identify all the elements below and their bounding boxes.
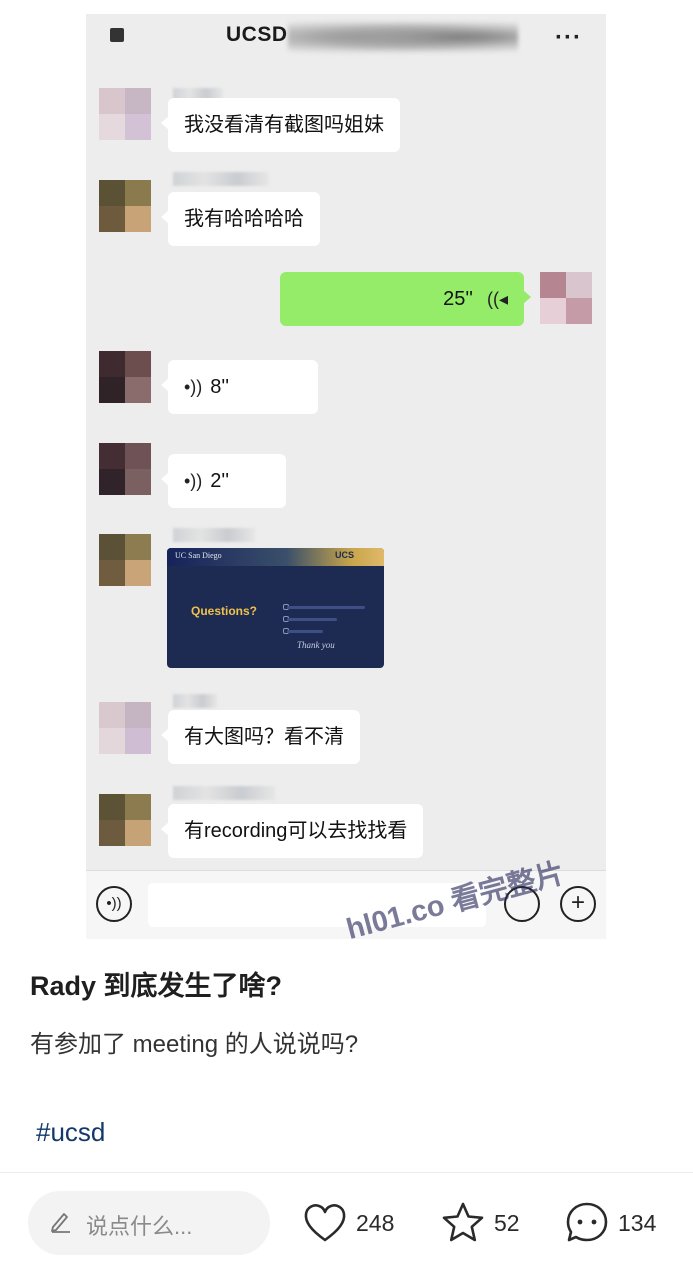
message-bubble: 我没看清有截图吗姐妹	[161, 98, 400, 152]
slide-text-line	[287, 618, 337, 621]
voice-duration: 2''	[210, 470, 230, 492]
favorite-button[interactable]: 52	[440, 1200, 520, 1246]
voice-icon: ((◂	[486, 289, 508, 309]
post-title: Rady 到底发生了啥?	[30, 971, 283, 1001]
avatar	[99, 88, 151, 140]
post-body: 有参加了 meeting 的人说说吗?	[30, 1031, 359, 1058]
slide-heading: Questions?	[191, 604, 258, 618]
star-icon	[442, 1202, 484, 1242]
sender-name-blurred	[173, 694, 217, 708]
voice-message-bubble[interactable]: 25'' ((◂	[280, 272, 531, 326]
favorite-count: 52	[494, 1209, 520, 1236]
like-button[interactable]: 248	[302, 1200, 394, 1246]
like-count: 248	[356, 1209, 395, 1236]
message-bubble: 有recording可以去找找看	[160, 804, 424, 858]
comment-icon	[566, 1202, 608, 1242]
back-icon	[110, 28, 124, 42]
avatar	[99, 351, 151, 403]
message-bubble: 我有哈哈哈哈	[161, 192, 320, 246]
hashtag-link[interactable]: #ucsd	[36, 1117, 105, 1148]
plus-icon[interactable]: +	[560, 886, 596, 922]
voice-message-bubble[interactable]: •)) 8''	[161, 360, 318, 414]
avatar	[99, 702, 151, 754]
sender-name-blurred	[173, 786, 275, 800]
blurred-title-region	[288, 20, 518, 54]
voice-icon: •))	[184, 471, 203, 491]
sender-name-blurred	[173, 528, 255, 542]
comment-placeholder: 说点什么...	[86, 1214, 193, 1239]
chat-header: UCSD ···	[86, 14, 606, 56]
comments-button[interactable]: 134	[564, 1200, 656, 1246]
voice-icon[interactable]: •))	[96, 886, 132, 922]
voice-duration: 25''	[443, 288, 473, 310]
slide-text-line	[287, 630, 323, 633]
sender-name-blurred	[173, 172, 269, 186]
voice-duration: 8''	[210, 376, 230, 398]
avatar	[99, 443, 151, 495]
voice-icon: •))	[184, 377, 203, 397]
voice-message-bubble[interactable]: •)) 2''	[161, 454, 286, 508]
slide-logo-text: UC San Diego	[175, 551, 222, 560]
my-avatar	[540, 272, 592, 324]
heart-icon	[304, 1204, 346, 1242]
avatar	[99, 534, 151, 586]
more-icon: ···	[555, 24, 582, 51]
chat-screenshot-image[interactable]: UCSD ··· 我没看清有截图吗姐妹 我有哈哈哈哈 25'' ((◂ •)) …	[86, 14, 606, 939]
pencil-icon	[51, 1213, 70, 1233]
post-page: UCSD ··· 我没看清有截图吗姐妹 我有哈哈哈哈 25'' ((◂ •)) …	[0, 0, 693, 1280]
slide-thanks: Thank you	[297, 640, 335, 650]
message-bubble: 有大图吗？看不清	[161, 710, 360, 764]
avatar	[99, 794, 151, 846]
comment-count: 134	[618, 1209, 657, 1236]
slide-mark: UCS	[334, 550, 354, 560]
slide-text-line	[287, 606, 365, 609]
divider	[0, 1172, 693, 1173]
chat-title: UCSD	[226, 23, 288, 46]
avatar	[99, 180, 151, 232]
slide-image-message[interactable]: UC San Diego UCS Questions? Thank you	[167, 548, 384, 668]
comment-input[interactable]: 说点什么...	[28, 1191, 270, 1255]
